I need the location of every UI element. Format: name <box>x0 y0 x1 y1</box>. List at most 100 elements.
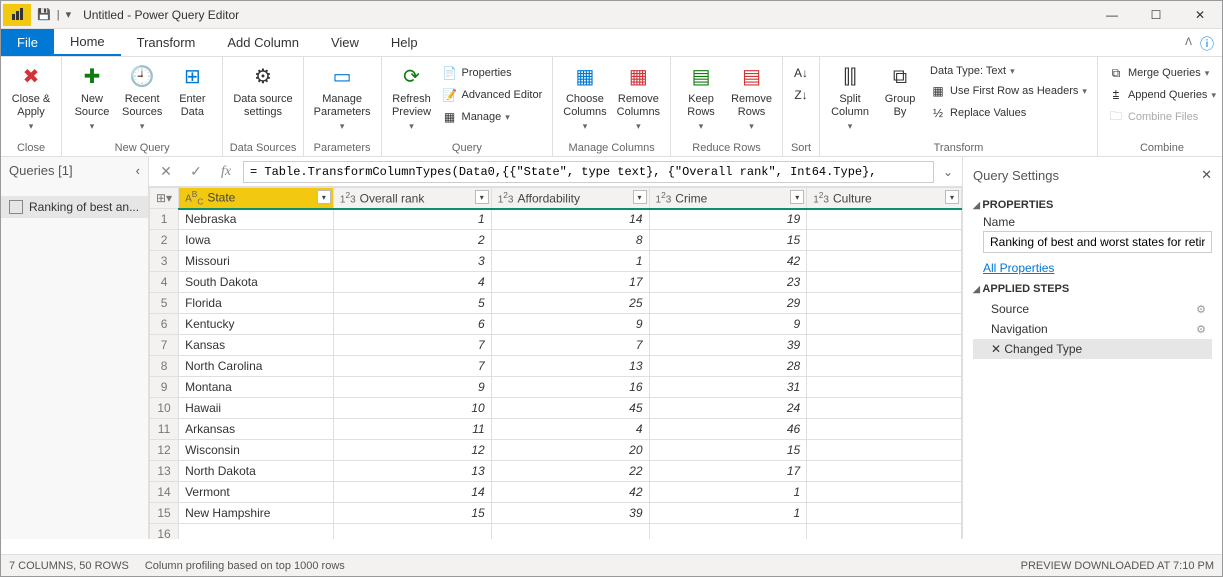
minimize-button[interactable]: — <box>1090 1 1134 29</box>
status-preview-time: PREVIEW DOWNLOADED AT 7:10 PM <box>1021 560 1214 572</box>
table-row[interactable]: 1Nebraska11419 <box>150 209 962 230</box>
filter-icon[interactable]: ▾ <box>945 190 959 204</box>
recent-sources-button[interactable]: 🕘Recent Sources <box>118 61 166 134</box>
replace-values-button[interactable]: ½Replace Values <box>926 103 1091 123</box>
applied-steps-section[interactable]: APPLIED STEPS <box>973 283 1212 295</box>
new-source-button[interactable]: ✚New Source <box>68 61 116 134</box>
advanced-editor-button[interactable]: 📝Advanced Editor <box>438 85 547 105</box>
queries-pane: Queries [1]‹ Ranking of best an... <box>1 157 149 539</box>
table-row[interactable]: 6Kentucky699 <box>150 314 962 335</box>
properties-section[interactable]: PROPERTIES <box>973 199 1212 211</box>
col-afford[interactable]: 123Affordability▾ <box>491 188 649 209</box>
table-row[interactable]: 16 <box>150 524 962 540</box>
tab-file[interactable]: File <box>1 29 54 56</box>
name-label: Name <box>983 215 1212 229</box>
table-row[interactable]: 3Missouri3142 <box>150 251 962 272</box>
merge-queries-button[interactable]: ⧉Merge Queries <box>1104 63 1220 83</box>
number-type-icon: 123 <box>498 190 514 205</box>
table-row[interactable]: 4South Dakota41723 <box>150 272 962 293</box>
table-row[interactable]: 5Florida52529 <box>150 293 962 314</box>
formula-bar: ✕ ✓ fx ⌄ <box>149 157 962 187</box>
fx-icon[interactable]: fx <box>213 161 239 183</box>
table-icon-cell[interactable]: ⊞▾ <box>150 188 179 209</box>
data-source-settings-button[interactable]: ⚙Data source settings <box>229 61 296 121</box>
cancel-formula-icon[interactable]: ✕ <box>153 161 179 183</box>
properties-button[interactable]: 📄Properties <box>438 63 547 83</box>
help-icon[interactable]: ⓘ <box>1200 34 1214 54</box>
query-name-input[interactable] <box>983 231 1212 253</box>
table-row[interactable]: 12Wisconsin122015 <box>150 440 962 461</box>
all-properties-link[interactable]: All Properties <box>983 261 1212 275</box>
tab-addcolumn[interactable]: Add Column <box>211 29 315 56</box>
group-newquery: New Query <box>68 140 216 156</box>
step-navigation[interactable]: Navigation⚙ <box>973 319 1212 339</box>
group-combine: Combine <box>1104 140 1220 156</box>
group-by-button[interactable]: ⧉Group By <box>876 61 924 121</box>
group-transform: Transform <box>826 140 1091 156</box>
query-settings-pane: Query Settings ✕ PROPERTIES Name All Prop… <box>962 157 1222 539</box>
number-type-icon: 123 <box>656 190 672 205</box>
data-grid: ⊞▾ ABCState▾ 123Overall rank▾ 123Afforda… <box>149 187 962 539</box>
group-close: Close <box>7 140 55 156</box>
filter-icon[interactable]: ▾ <box>317 190 331 204</box>
filter-icon[interactable]: ▾ <box>475 190 489 204</box>
choose-columns-button[interactable]: ▦Choose Columns <box>559 61 610 134</box>
refresh-preview-button[interactable]: ⟳Refresh Preview <box>388 61 436 134</box>
tab-view[interactable]: View <box>315 29 375 56</box>
keep-rows-button[interactable]: ▤Keep Rows <box>677 61 725 134</box>
query-item[interactable]: Ranking of best an... <box>1 196 148 218</box>
remove-columns-button[interactable]: ▦Remove Columns <box>613 61 664 134</box>
table-row[interactable]: 10Hawaii104524 <box>150 398 962 419</box>
gear-icon[interactable]: ⚙ <box>1196 323 1206 336</box>
manage-button[interactable]: ▦Manage <box>438 107 547 127</box>
step-source[interactable]: Source⚙ <box>973 299 1212 319</box>
ribbon-tabs: File Home Transform Add Column View Help… <box>1 29 1222 57</box>
window-title: Untitled - Power Query Editor <box>77 8 239 22</box>
filter-icon[interactable]: ▾ <box>633 190 647 204</box>
table-row[interactable]: 8North Carolina71328 <box>150 356 962 377</box>
gear-icon[interactable]: ⚙ <box>1196 303 1206 316</box>
ribbon: ✖Close & Apply Close ✚New Source 🕘Recent… <box>1 57 1222 157</box>
enter-data-button[interactable]: ⊞Enter Data <box>168 61 216 121</box>
first-row-headers-button[interactable]: ▦Use First Row as Headers <box>926 81 1091 101</box>
formula-input[interactable] <box>243 161 934 183</box>
table-row[interactable]: 9Montana91631 <box>150 377 962 398</box>
qat-dropdown-icon[interactable]: ▾ <box>66 8 72 21</box>
close-button[interactable]: ✕ <box>1178 1 1222 29</box>
table-row[interactable]: 11Arkansas11446 <box>150 419 962 440</box>
close-apply-button[interactable]: ✖Close & Apply <box>7 61 55 134</box>
accept-formula-icon[interactable]: ✓ <box>183 161 209 183</box>
remove-rows-button[interactable]: ▤Remove Rows <box>727 61 776 134</box>
tab-home[interactable]: Home <box>54 29 121 56</box>
settings-header: Query Settings <box>973 168 1059 183</box>
col-crime[interactable]: 123Crime▾ <box>649 188 807 209</box>
maximize-button[interactable]: ☐ <box>1134 1 1178 29</box>
table-row[interactable]: 13North Dakota132217 <box>150 461 962 482</box>
manage-parameters-button[interactable]: ▭Manage Parameters <box>310 61 375 134</box>
status-profiling: Column profiling based on top 1000 rows <box>145 560 345 572</box>
titlebar: 💾 | ▾ Untitled - Power Query Editor — ☐ … <box>1 1 1222 29</box>
expand-formula-icon[interactable]: ⌄ <box>938 165 958 179</box>
data-type-button[interactable]: Data Type: Text <box>926 63 1091 79</box>
table-row[interactable]: 7Kansas7739 <box>150 335 962 356</box>
table-row[interactable]: 2Iowa2815 <box>150 230 962 251</box>
collapse-ribbon-icon[interactable]: ᐱ <box>1185 37 1192 48</box>
sort-desc-button[interactable]: Z↓ <box>789 85 813 105</box>
collapse-queries-icon[interactable]: ‹ <box>136 163 140 178</box>
sort-asc-button[interactable]: A↓ <box>789 63 813 83</box>
table-row[interactable]: 14Vermont14421 <box>150 482 962 503</box>
table-row[interactable]: 15New Hampshire15391 <box>150 503 962 524</box>
col-state[interactable]: ABCState▾ <box>179 188 334 209</box>
close-settings-icon[interactable]: ✕ <box>1201 167 1212 183</box>
tab-transform[interactable]: Transform <box>121 29 212 56</box>
tab-help[interactable]: Help <box>375 29 434 56</box>
col-overall[interactable]: 123Overall rank▾ <box>333 188 491 209</box>
app-icon <box>3 4 31 26</box>
append-queries-button[interactable]: ⩲Append Queries <box>1104 85 1220 105</box>
filter-icon[interactable]: ▾ <box>790 190 804 204</box>
split-column-button[interactable]: ⫿⫿Split Column <box>826 61 874 134</box>
combine-files-button[interactable]: 🗀Combine Files <box>1104 107 1220 127</box>
save-icon[interactable]: 💾 <box>37 8 51 21</box>
step-changed-type[interactable]: ✕ Changed Type <box>973 339 1212 359</box>
col-culture[interactable]: 123Culture▾ <box>807 188 962 209</box>
